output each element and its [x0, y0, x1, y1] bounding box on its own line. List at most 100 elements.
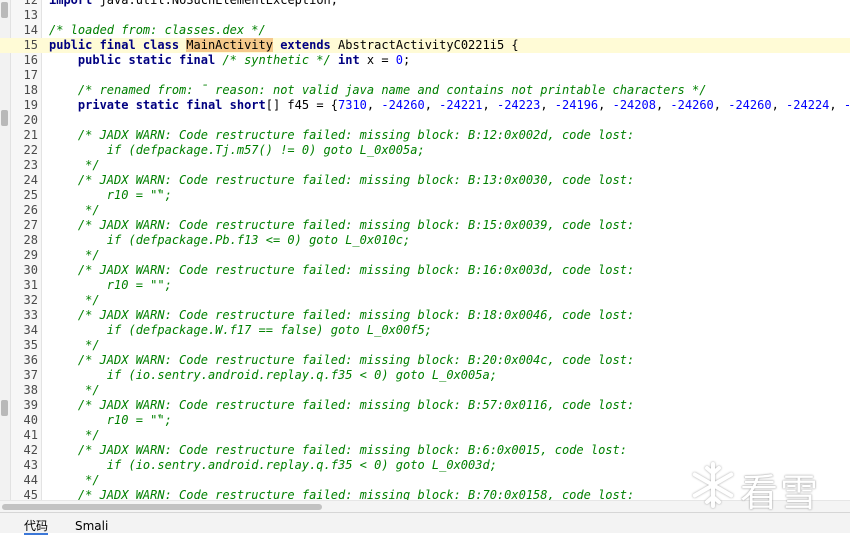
line-number: 28 — [23, 233, 38, 247]
code-text: */ — [49, 293, 99, 308]
line-number: 13 — [23, 8, 38, 22]
code-line: 13 — [0, 8, 850, 23]
line-number: 15 — [23, 38, 38, 52]
code-token: -24221 — [439, 98, 483, 112]
line-number: 31 — [23, 278, 38, 292]
code-line: 36 /* JADX WARN: Code restructure failed… — [0, 353, 850, 368]
code-token: public final class — [49, 38, 187, 52]
code-token: x = — [359, 53, 396, 67]
code-token: if (defpackage.W.f17 == false) goto L_0x… — [49, 323, 432, 337]
line-number: 26 — [23, 203, 38, 217]
code-line: 37 if (io.sentry.android.replay.q.f35 < … — [0, 368, 850, 383]
line-number: 33 — [23, 308, 38, 322]
code-token: -24196 — [554, 98, 599, 112]
code-token: r10 = "ⷷ"; — [49, 188, 172, 202]
code-token: -24208 — [612, 98, 656, 112]
code-token: short — [229, 98, 266, 112]
code-line: 40 r10 = "ⷷ"; — [0, 413, 850, 428]
snowflake-icon — [692, 462, 734, 508]
code-token: /* renamed from: ̄ reason: not valid jav… — [49, 83, 707, 97]
code-token: /* JADX WARN: Code restructure failed: m… — [49, 218, 635, 232]
code-token: */ — [49, 428, 100, 442]
line-number: 36 — [23, 353, 38, 367]
code-token: */ — [49, 338, 100, 352]
code-token: java.util. — [92, 0, 172, 7]
code-text: import java.util.NoSuchElementException; — [49, 0, 338, 8]
code-token: ; — [403, 53, 411, 67]
code-text: /* JADX WARN: Code restructure failed: m… — [49, 218, 634, 233]
line-number: 43 — [23, 458, 38, 472]
line-number: 22 — [23, 143, 38, 157]
code-text: if (defpackage.Pb.f13 <= 0) goto L_0x010… — [49, 233, 410, 248]
line-number: 41 — [23, 428, 38, 442]
line-number: 34 — [23, 323, 38, 337]
code-line: 26 */ — [0, 203, 850, 218]
code-text: if (defpackage.W.f17 == false) goto L_0x… — [49, 323, 432, 338]
code-text: public static final /* synthetic */ int … — [49, 53, 410, 68]
code-token: , — [482, 98, 497, 112]
code-line: 41 */ — [0, 428, 850, 443]
code-line: 27 /* JADX WARN: Code restructure failed… — [0, 218, 850, 233]
line-number: 40 — [23, 413, 38, 427]
code-editor[interactable]: 12 import java.util.NoSuchElementExceptio… — [0, 0, 850, 500]
line-number: 14 — [23, 23, 38, 37]
code-line: 22 if (defpackage.Tj.m57() != 0) goto L_… — [0, 143, 850, 158]
code-token: /* JADX WARN: Code restructure failed: m… — [49, 488, 635, 500]
code-line: 34 if (defpackage.W.f17 == false) goto L… — [0, 323, 850, 338]
code-text: /* renamed from: ̄ reason: not valid jav… — [49, 83, 707, 98]
code-text: r10 = "ⷷ"; — [49, 188, 172, 203]
line-number: 16 — [23, 53, 38, 67]
code-text: if (defpackage.Tj.m57() != 0) goto L_0x0… — [49, 143, 425, 158]
code-text: if (io.sentry.android.replay.q.f35 < 0) … — [49, 368, 497, 383]
code-line: 25 r10 = "ⷷ"; — [0, 188, 850, 203]
code-line: 21 /* JADX WARN: Code restructure failed… — [0, 128, 850, 143]
code-line: 33 /* JADX WARN: Code restructure failed… — [0, 308, 850, 323]
code-text: if (io.sentry.android.replay.q.f35 < 0) … — [49, 458, 497, 473]
code-token: */ — [49, 203, 100, 217]
code-text: */ — [49, 428, 100, 443]
code-line: 16 public static final /* synthetic */ i… — [0, 53, 850, 68]
code-token: -2422 — [844, 98, 850, 112]
code-token: if (defpackage.Tj.m57() != 0) goto L_0x0… — [49, 143, 425, 157]
code-text: /* JADX WARN: Code restructure failed: m… — [49, 308, 634, 323]
code-line: 15 public final class MainActivity extend… — [0, 38, 850, 53]
code-token: [] f45 = { — [265, 98, 338, 112]
code-token: if (io.sentry.android.replay.q.f35 < 0) … — [49, 458, 497, 472]
code-text: public final class MainActivity extends … — [49, 38, 519, 53]
line-number: 19 — [23, 98, 38, 112]
code-token: /* JADX WARN: Code restructure failed: m… — [49, 173, 635, 187]
line-number: 12 — [23, 0, 38, 7]
code-text: /* JADX WARN: Code restructure failed: m… — [49, 488, 634, 500]
code-token: if (defpackage.Pb.f13 <= 0) goto L_0x010… — [49, 233, 411, 247]
code-token: 0 — [395, 53, 404, 67]
line-number: 44 — [23, 473, 38, 487]
code-line: 19 private static final short[] f45 = {7… — [0, 98, 850, 113]
code-token: 7310 — [338, 98, 367, 112]
code-line: 28 if (defpackage.Pb.f13 <= 0) goto L_0x… — [0, 233, 850, 248]
scrollbar-thumb[interactable] — [2, 504, 322, 510]
line-number: 42 — [23, 443, 38, 457]
line-number: 35 — [23, 338, 38, 352]
line-number: 29 — [23, 248, 38, 262]
line-number: 18 — [23, 83, 38, 97]
line-number: 25 — [23, 188, 38, 202]
code-line: 12 import java.util.NoSuchElementExceptio… — [0, 0, 850, 8]
line-number: 17 — [23, 68, 38, 82]
line-number: 20 — [23, 113, 38, 127]
tab-smali[interactable]: Smali — [75, 513, 108, 533]
watermark-text: 看雪 — [740, 471, 821, 515]
code-line: 29 */ — [0, 248, 850, 263]
line-number: 37 — [23, 368, 38, 382]
code-token: NoSuchElementException — [171, 0, 331, 7]
line-number: 30 — [23, 263, 38, 277]
code-token: , — [829, 98, 844, 112]
code-line: 42 /* JADX WARN: Code restructure failed… — [0, 443, 850, 458]
code-line: 20 — [0, 113, 850, 128]
code-text: /* JADX WARN: Code restructure failed: m… — [49, 128, 634, 143]
code-token: import — [49, 0, 93, 7]
code-token: , — [598, 98, 613, 112]
code-token: if (io.sentry.android.replay.q.f35 < 0) … — [49, 368, 497, 382]
code-token: /* JADX WARN: Code restructure failed: m… — [49, 353, 635, 367]
code-token: AbstractActivityC0221i5 { — [338, 38, 519, 52]
code-token: int — [330, 53, 360, 67]
